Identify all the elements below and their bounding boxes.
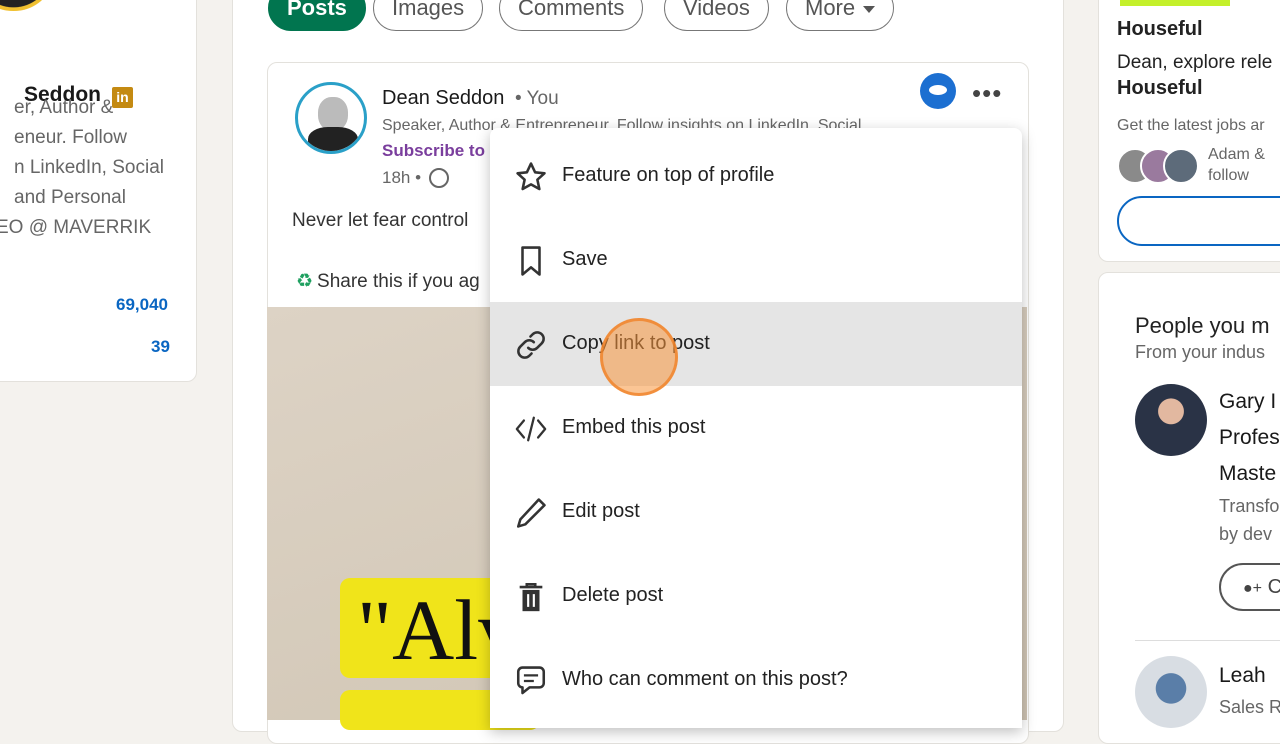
menu-item-label: Feature on top of profile (562, 164, 775, 186)
avatar-face (318, 97, 348, 131)
person-headline: Sales R (1219, 697, 1280, 717)
star-icon (516, 162, 546, 191)
subscribe-link[interactable]: Subscribe to (382, 141, 485, 161)
profile-avatar[interactable] (0, 0, 61, 11)
profile-headline-line: eneur. Follow (14, 127, 128, 148)
divider (1135, 640, 1280, 641)
person-headline: by dev (1219, 524, 1273, 544)
comment-icon (516, 666, 546, 695)
menu-item-delete[interactable]: Delete post (490, 554, 1022, 638)
tab-images[interactable]: Images (373, 0, 484, 31)
profile-headline-line: and Personal (14, 187, 126, 208)
menu-item-copy-link[interactable]: Copy link to post (490, 302, 1022, 386)
tab-more-label: More (805, 0, 856, 20)
followers-text: Adam & (1208, 146, 1265, 163)
recycle-icon: ♻ (296, 271, 314, 292)
code-icon (515, 416, 547, 442)
menu-item-comment-settings[interactable]: Who can comment on this post? (490, 638, 1022, 722)
add-person-icon: ●+ (1243, 580, 1263, 597)
bookmark-icon (521, 246, 541, 276)
connect-button[interactable]: ●+ C (1219, 563, 1280, 611)
profile-headline-line: EO @ MAVERRIK (0, 217, 152, 238)
post-share-text: Share this if you ag (317, 271, 480, 292)
connect-label: C (1267, 576, 1280, 598)
menu-item-embed[interactable]: Embed this post (490, 386, 1022, 470)
menu-item-feature[interactable]: Feature on top of profile (490, 134, 1022, 218)
brand-logo-strip (1120, 0, 1230, 6)
tab-comments[interactable]: Comments (499, 0, 644, 31)
trash-icon (519, 582, 543, 612)
avatar-body (308, 127, 358, 151)
globe-icon (429, 168, 449, 188)
tab-posts[interactable]: Posts (268, 0, 366, 31)
post-options-menu: Feature on top of profile Save Copy link… (490, 128, 1022, 728)
menu-item-edit[interactable]: Edit post (490, 470, 1022, 554)
follower-avatar (1163, 148, 1199, 184)
pencil-icon (516, 498, 546, 528)
person-headline: Transfo (1219, 496, 1280, 516)
tab-videos-label: Videos (683, 0, 750, 20)
person-name[interactable]: Maste (1219, 462, 1276, 486)
caret-down-icon (863, 5, 876, 13)
pymk-subtitle: From your indus (1135, 342, 1266, 362)
ad-text: Dean, explore rele (1117, 52, 1273, 73)
post-author-name[interactable]: Dean Seddon (382, 87, 504, 110)
linkedin-premium-icon: in (112, 87, 133, 108)
post-author-avatar[interactable] (295, 82, 367, 154)
menu-item-label: Embed this post (562, 416, 706, 438)
post-share-line: ♻ Share this if you ag (296, 270, 480, 293)
pymk-title: People you m (1135, 313, 1270, 338)
menu-item-label: Delete post (562, 584, 664, 606)
ad-subtext: Get the latest jobs ar (1117, 117, 1265, 134)
follow-button[interactable] (1117, 196, 1280, 246)
menu-item-label: Who can comment on this post? (562, 668, 848, 690)
post-author-you: • You (515, 88, 559, 109)
menu-item-label: Edit post (562, 500, 640, 522)
tab-more[interactable]: More (786, 0, 895, 31)
person-name[interactable]: Gary I (1219, 390, 1276, 414)
post-timestamp: 18h • (382, 168, 422, 187)
person-name[interactable]: Profes (1219, 426, 1280, 450)
person-avatar[interactable] (1135, 384, 1207, 456)
followers-text: follow (1208, 167, 1249, 184)
profile-headline-line: er, Author & (14, 97, 114, 118)
profile-headline-line: n LinkedIn, Social (14, 157, 164, 178)
post-text: Never let fear control (292, 210, 469, 231)
person-avatar[interactable] (1135, 656, 1207, 728)
menu-item-save[interactable]: Save (490, 218, 1022, 302)
share-circle-icon[interactable] (920, 73, 956, 109)
ad-brand-name-2: Houseful (1117, 77, 1203, 99)
person-name[interactable]: Leah (1219, 664, 1266, 688)
menu-item-label: Copy link to post (562, 332, 710, 354)
ad-brand-name: Houseful (1117, 18, 1203, 40)
menu-item-label: Save (562, 248, 608, 270)
more-options-icon[interactable]: ••• (972, 78, 1002, 109)
tab-videos[interactable]: Videos (664, 0, 769, 31)
link-icon (517, 331, 545, 359)
